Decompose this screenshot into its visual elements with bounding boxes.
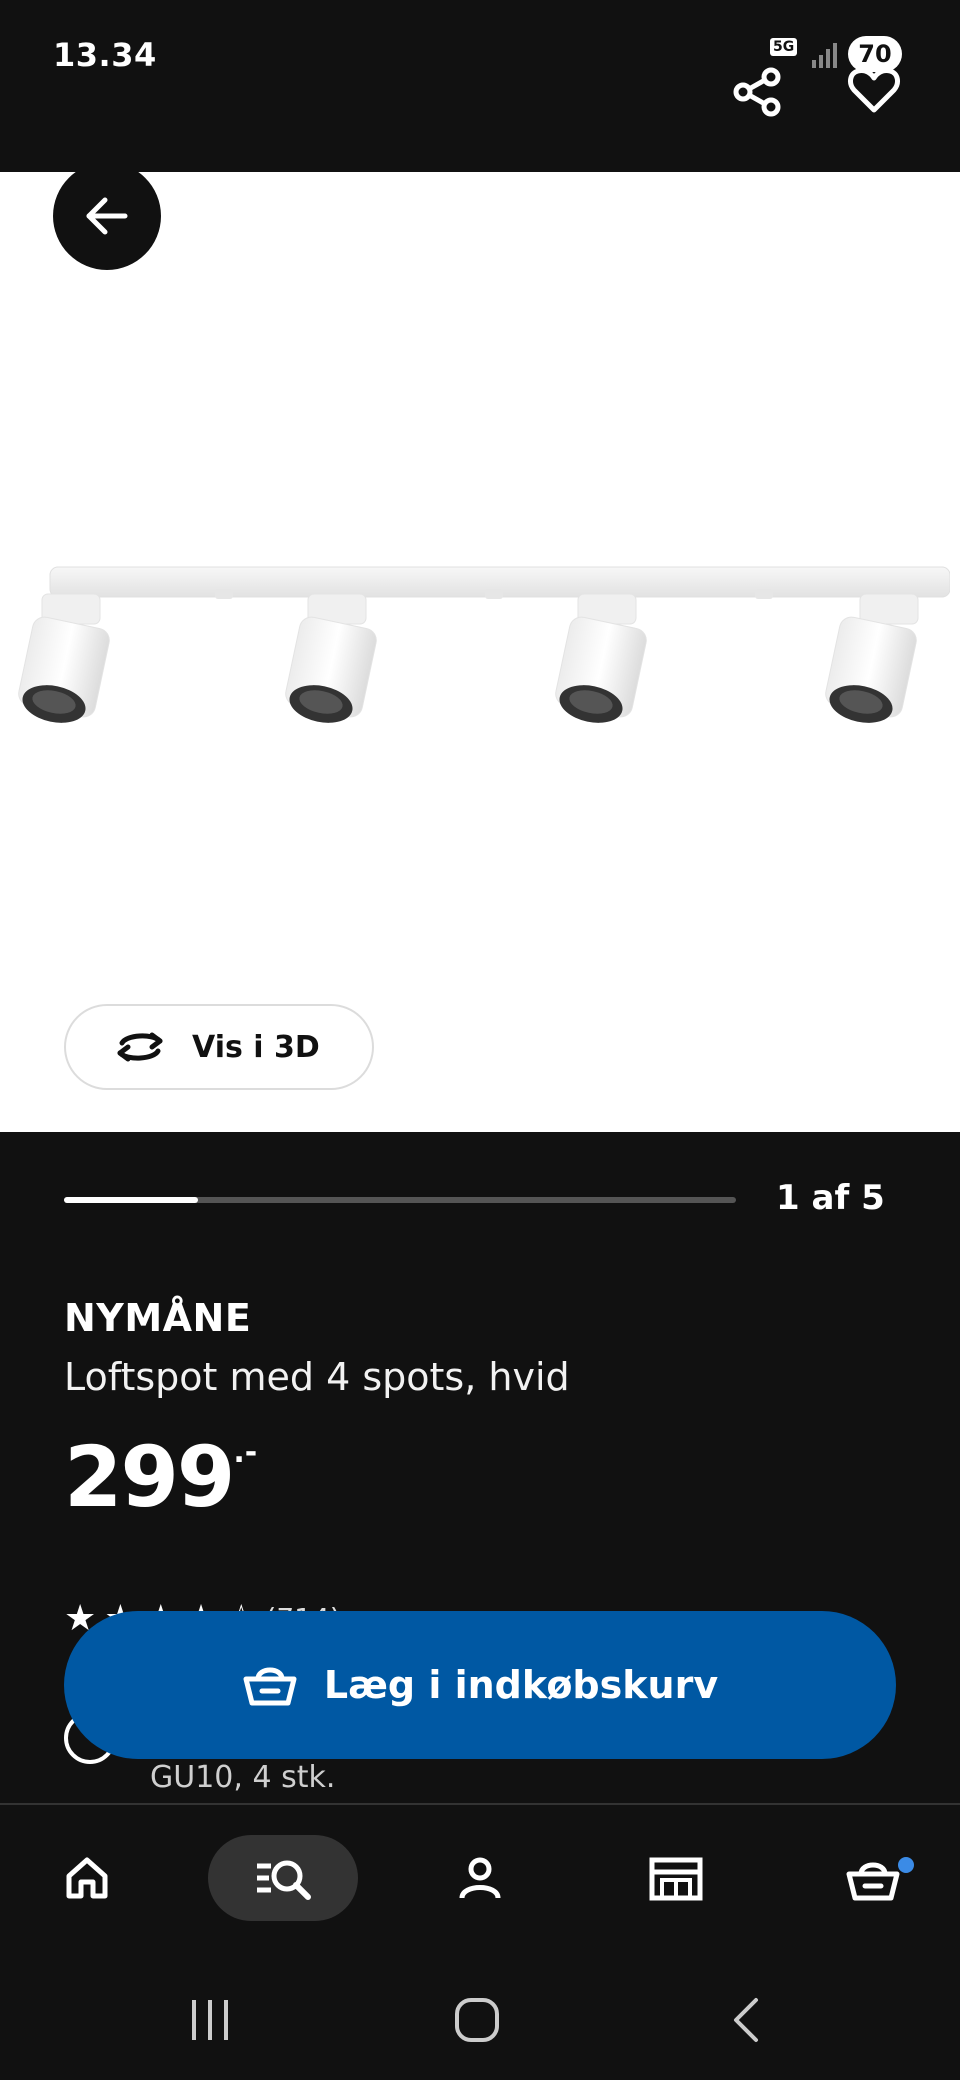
price-value: 299 (64, 1428, 235, 1526)
view-3d-label: Vis i 3D (192, 1029, 320, 1065)
cart-badge (898, 1857, 914, 1873)
nav-profile[interactable] (405, 1835, 555, 1921)
recents-button[interactable] (170, 1985, 250, 2055)
chevron-left-icon (734, 1998, 758, 2042)
rotate-3d-icon (117, 1032, 163, 1062)
basket-icon (243, 1667, 297, 1706)
product-gallery[interactable]: Vis i 3D (0, 172, 960, 1132)
store-icon (649, 1857, 703, 1901)
share-icon (733, 67, 781, 117)
gallery-progress (64, 1197, 736, 1203)
status-time: 13.34 (53, 36, 157, 74)
nav-search[interactable] (208, 1835, 358, 1921)
home-system-button[interactable] (437, 1985, 517, 2055)
signal-icon (812, 43, 837, 68)
favorite-button[interactable] (846, 62, 902, 118)
product-name: NYMÅNE (64, 1296, 252, 1340)
price-suffix: .- (233, 1435, 258, 1470)
home-circle-icon (455, 1998, 499, 2042)
profile-icon (459, 1857, 501, 1899)
system-nav (0, 1955, 960, 2080)
product-description: Loftspot med 4 spots, hvid (64, 1355, 570, 1399)
heart-icon (848, 68, 900, 113)
status-bar: 13.34 5G 70 (0, 0, 960, 172)
share-button[interactable] (728, 62, 788, 122)
nav-home[interactable] (12, 1835, 162, 1921)
home-icon (66, 1857, 108, 1899)
bottom-nav (0, 1805, 960, 1955)
add-to-cart-label: Læg i indkøbskurv (323, 1663, 719, 1707)
nav-cart[interactable] (798, 1835, 948, 1921)
bulb-info-text: GU10, 4 stk. (150, 1760, 336, 1795)
product-image (18, 566, 950, 723)
gallery-progress-fill (64, 1197, 199, 1203)
recents-icon (192, 2000, 228, 2040)
add-to-cart-button[interactable]: Læg i indkøbskurv (64, 1611, 896, 1759)
arrow-left-icon (86, 197, 128, 235)
system-back-button[interactable] (706, 1985, 786, 2055)
back-button[interactable] (53, 172, 161, 270)
image-counter: 1 af 5 (776, 1178, 885, 1218)
nav-stores[interactable] (601, 1835, 751, 1921)
product-price: 299.- (64, 1428, 257, 1526)
view-3d-button[interactable]: Vis i 3D (64, 1004, 374, 1090)
network-indicator: 5G (770, 38, 798, 56)
cart-icon (846, 1862, 900, 1901)
search-list-icon (257, 1860, 311, 1900)
